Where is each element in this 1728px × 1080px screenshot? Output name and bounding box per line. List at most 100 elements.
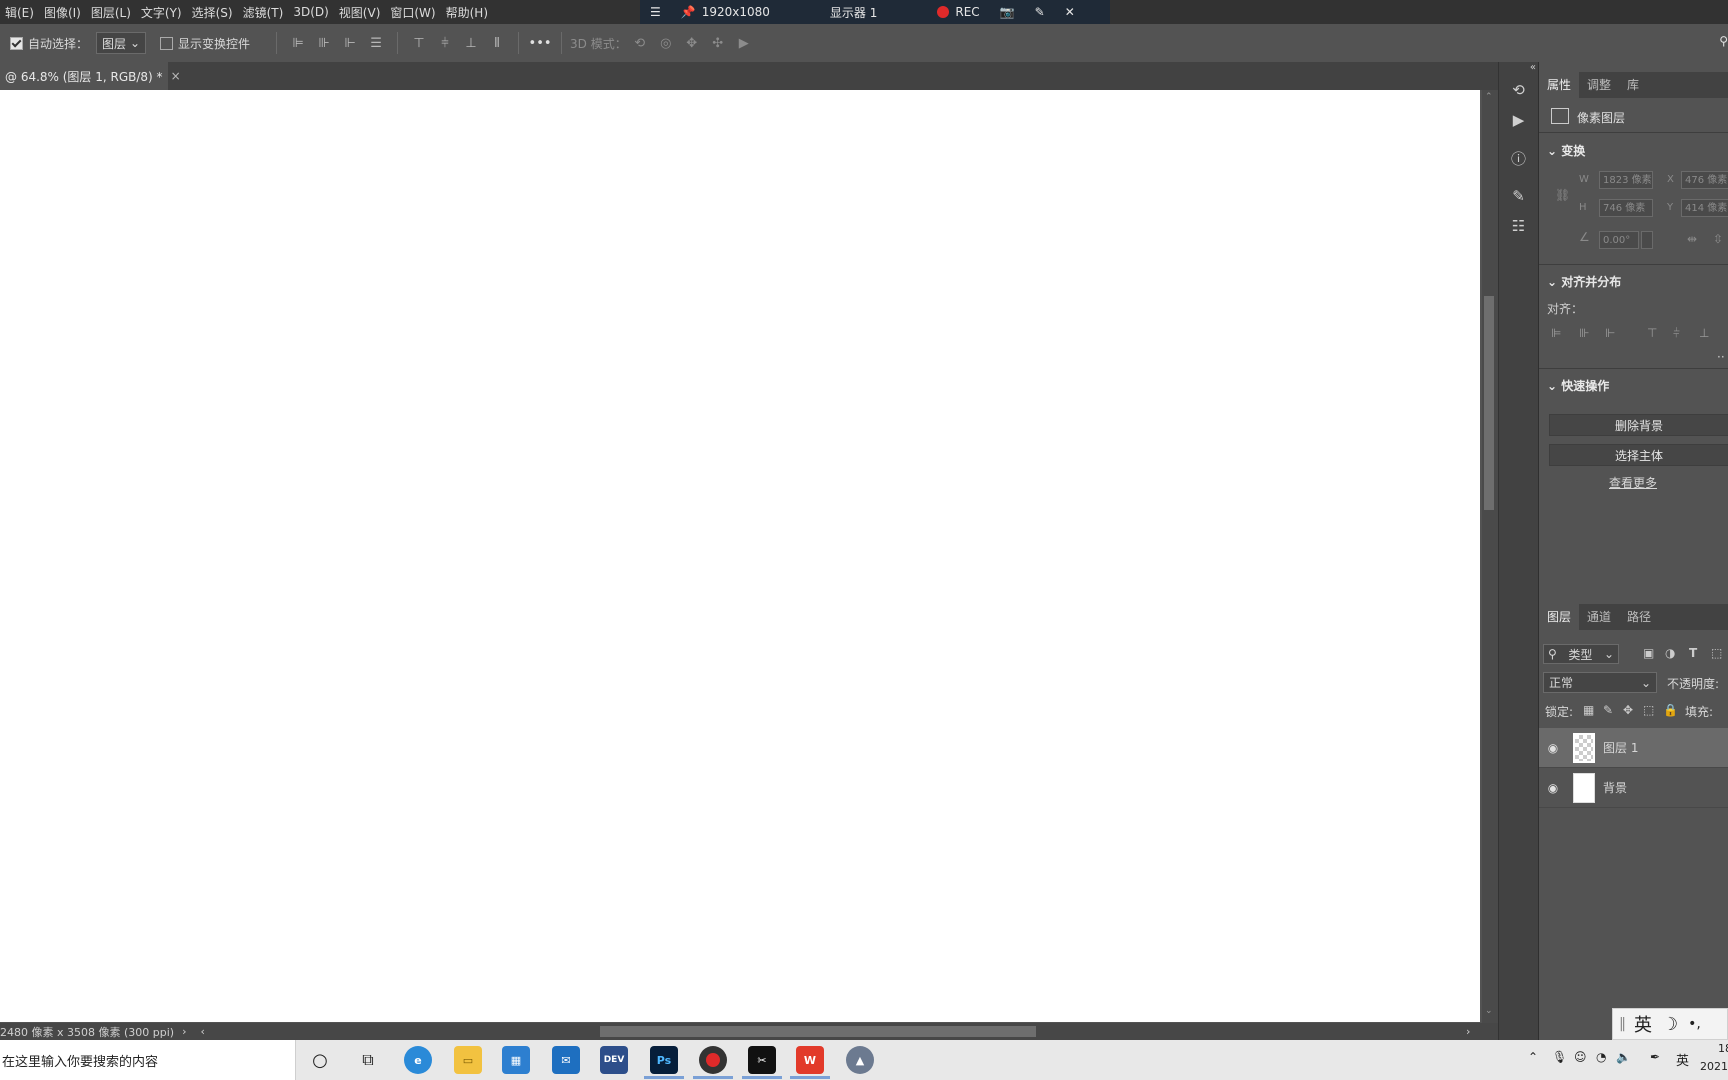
transform-section-title[interactable]: ⌄ 变换 — [1547, 142, 1585, 159]
photoshop-icon[interactable]: Ps — [650, 1046, 678, 1074]
moon-icon[interactable]: ☽ — [1662, 1014, 1678, 1035]
align-bottom-icon[interactable]: ⊥ — [1699, 326, 1709, 340]
history-icon[interactable]: ⟲ — [1507, 78, 1531, 102]
qq-icon[interactable]: ☺ — [1574, 1050, 1587, 1064]
height-field[interactable]: 746 像素 — [1599, 199, 1653, 217]
clock-time[interactable]: 18 — [1718, 1042, 1728, 1055]
lock-brush-icon[interactable]: ✎ — [1603, 703, 1613, 717]
close-icon[interactable]: ✕ — [1055, 5, 1085, 19]
document-tab[interactable]: @ 64.8% (图层 1, RGB/8) * × — [0, 62, 181, 90]
see-more-link[interactable]: 查看更多 — [1609, 474, 1657, 491]
tab-layers[interactable]: 图层 — [1539, 604, 1580, 630]
angle-dropdown[interactable] — [1641, 231, 1653, 249]
filter-pixel-icon[interactable]: ▣ — [1643, 646, 1654, 660]
menu-edit[interactable]: 辑(E) — [0, 4, 39, 21]
lock-transparent-icon[interactable]: ▦ — [1583, 703, 1594, 717]
chevron-right-icon[interactable]: › — [182, 1025, 186, 1038]
y-field[interactable]: 414 像素 — [1681, 199, 1728, 217]
lock-position-icon[interactable]: ✥ — [1623, 703, 1633, 717]
menu-layer[interactable]: 图层(L) — [86, 4, 136, 21]
width-field[interactable]: 1823 像素 — [1599, 171, 1653, 189]
horizontal-scroll-thumb[interactable] — [600, 1026, 1036, 1037]
wifi-icon[interactable]: ◔ — [1596, 1050, 1606, 1064]
rec-button[interactable]: REC — [927, 5, 989, 19]
punctuation-icon[interactable]: •, — [1688, 1016, 1701, 1032]
angle-field[interactable]: 0.00° — [1599, 231, 1639, 249]
scroll-down-icon[interactable]: ⌄ — [1485, 1006, 1493, 1016]
blend-mode-dropdown[interactable]: 正常 ⌄ — [1543, 672, 1657, 693]
menu-type[interactable]: 文字(Y) — [136, 4, 187, 21]
pen-icon[interactable]: ✎ — [1025, 5, 1055, 19]
volume-icon[interactable]: 🔈 — [1616, 1050, 1631, 1064]
lock-all-icon[interactable]: 🔒 — [1663, 703, 1678, 717]
tab-channels[interactable]: 通道 — [1579, 604, 1619, 630]
wps-icon[interactable]: W — [796, 1046, 824, 1074]
align-left-icon[interactable]: ⊫ — [1551, 326, 1561, 340]
layer-row[interactable]: ◉ 图层 1 — [1539, 728, 1728, 768]
flip-vertical-icon[interactable]: ⇳ — [1713, 232, 1723, 246]
menu-view[interactable]: 视图(V) — [334, 4, 386, 21]
link-icon[interactable]: ⛓ — [1555, 188, 1570, 202]
tab-libraries[interactable]: 库 — [1619, 72, 1647, 98]
camera-icon[interactable]: 📷 — [990, 5, 1025, 19]
orbit-3d-icon[interactable]: ⟲ — [632, 35, 648, 51]
vertical-scroll-thumb[interactable] — [1484, 296, 1494, 510]
show-transform-checkbox[interactable]: 显示变换控件 — [160, 35, 250, 52]
dev-app-icon[interactable]: DEV — [600, 1046, 628, 1074]
align-right-icon[interactable]: ⊩ — [342, 35, 358, 51]
video-3d-icon[interactable]: ▶ — [736, 35, 752, 51]
layer-filter-dropdown[interactable]: ⚲ 类型 ⌄ — [1543, 644, 1619, 664]
visibility-eye-icon[interactable]: ◉ — [1539, 741, 1567, 755]
mail-icon[interactable]: ✉ — [552, 1046, 580, 1074]
align-hcenter-icon[interactable]: ⊪ — [316, 35, 332, 51]
tab-paths[interactable]: 路径 — [1619, 604, 1659, 630]
info-icon[interactable]: ⓘ — [1507, 146, 1531, 170]
align-hcenter-icon[interactable]: ⊪ — [1579, 326, 1589, 340]
flip-horizontal-icon[interactable]: ⇹ — [1687, 232, 1697, 246]
align-left-icon[interactable]: ⊫ — [290, 35, 306, 51]
scroll-up-icon[interactable]: ⌃ — [1485, 92, 1493, 102]
menu-select[interactable]: 选择(S) — [187, 4, 238, 21]
filter-adjustment-icon[interactable]: ◑ — [1665, 646, 1675, 660]
filter-shape-icon[interactable]: ⬚ — [1711, 646, 1722, 660]
graduation-app-icon[interactable]: ▲ — [846, 1046, 874, 1074]
roll-3d-icon[interactable]: ◎ — [658, 35, 674, 51]
slide-3d-icon[interactable]: ✣ — [710, 35, 726, 51]
edge-browser-icon[interactable]: e — [404, 1046, 432, 1074]
pen-input-icon[interactable]: ✒ — [1650, 1050, 1660, 1064]
menu-help[interactable]: 帮助(H) — [441, 4, 493, 21]
select-subject-button[interactable]: 选择主体 — [1549, 444, 1728, 466]
menu-image[interactable]: 图像(I) — [39, 4, 86, 21]
microphone-icon[interactable]: 🎙 — [1552, 1050, 1567, 1064]
collapse-panels-icon[interactable]: « — [1499, 62, 1538, 73]
search-icon[interactable]: ⚲ — [1719, 34, 1728, 48]
visibility-eye-icon[interactable]: ◉ — [1539, 781, 1567, 795]
tray-expand-icon[interactable]: ⌃ — [1528, 1050, 1538, 1064]
menu-filter[interactable]: 滤镜(T) — [238, 4, 289, 21]
actions-play-icon[interactable]: ▶ — [1507, 108, 1531, 132]
task-view-icon[interactable]: ⧉ — [354, 1046, 382, 1074]
ime-indicator[interactable]: 英 — [1676, 1050, 1689, 1069]
document-canvas[interactable] — [0, 90, 1480, 1022]
recorder-menu-icon[interactable]: ☰ — [640, 5, 671, 19]
menu-window[interactable]: 窗口(W) — [385, 4, 440, 21]
quick-actions-section-title[interactable]: ⌄ 快速操作 — [1547, 377, 1609, 394]
scroll-right-icon[interactable]: › — [1466, 1025, 1470, 1038]
align-vcenter-icon[interactable]: ⫩ — [437, 35, 453, 51]
tab-properties[interactable]: 属性 — [1539, 72, 1580, 98]
brush-settings-icon[interactable]: ✎ — [1507, 184, 1531, 208]
align-right-icon[interactable]: ⊩ — [1605, 326, 1615, 340]
pin-icon[interactable]: 📌 — [681, 5, 696, 19]
layer-name[interactable]: 图层 1 — [1603, 739, 1638, 756]
adjust-sliders-icon[interactable]: ☷ — [1507, 214, 1531, 238]
auto-select-checkbox[interactable]: 自动选择： — [10, 35, 88, 52]
align-top-icon[interactable]: ⊤ — [411, 35, 427, 51]
menu-3d[interactable]: 3D(D) — [288, 5, 333, 19]
close-tab-icon[interactable]: × — [171, 69, 181, 83]
distribute-vertical-icon[interactable]: ☰ — [368, 35, 384, 51]
store-icon[interactable]: ▦ — [502, 1046, 530, 1074]
more-options-icon[interactable]: ••• — [529, 35, 552, 51]
pan-3d-icon[interactable]: ✥ — [684, 35, 700, 51]
taskbar-search[interactable]: 在这里输入你要搜索的内容 — [0, 1040, 296, 1080]
auto-select-target-dropdown[interactable]: 图层 ⌄ — [96, 32, 147, 54]
